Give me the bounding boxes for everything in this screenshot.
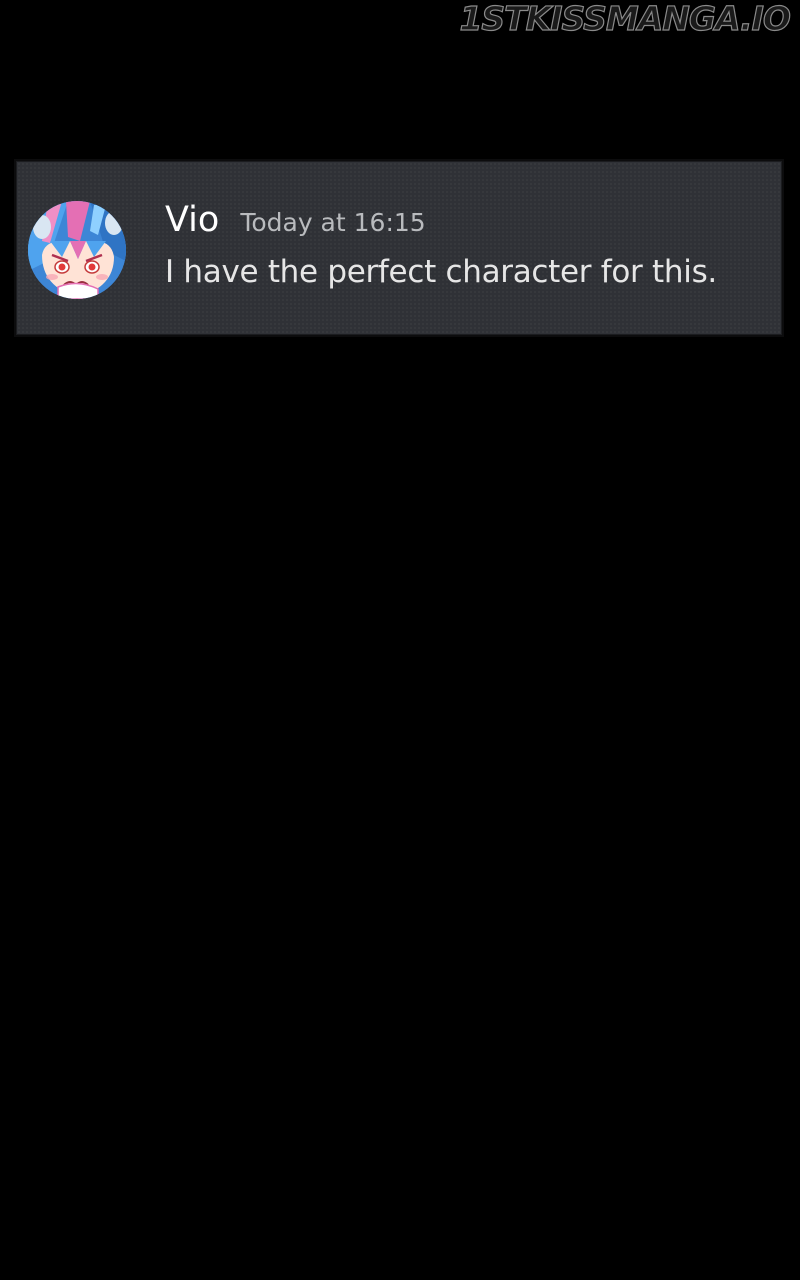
user-avatar[interactable] <box>28 201 126 299</box>
watermark-text: 1STKISSMANGA.IO <box>459 0 792 38</box>
anime-girl-avatar-icon <box>28 201 126 299</box>
username[interactable]: Vio <box>165 200 219 240</box>
message-header: Vio Today at 16:15 <box>165 200 426 240</box>
message-timestamp: Today at 16:15 <box>240 208 426 237</box>
message-text: I have the perfect character for this. <box>165 254 717 290</box>
chat-message: Vio Today at 16:15 I have the perfect ch… <box>16 161 782 335</box>
